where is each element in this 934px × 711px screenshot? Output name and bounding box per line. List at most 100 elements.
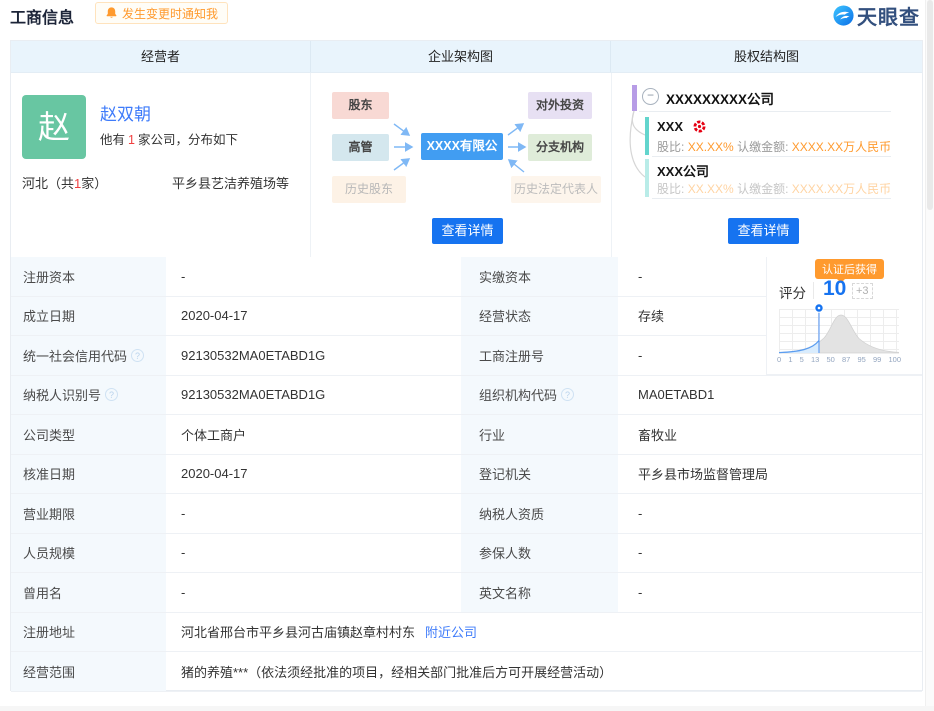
field-label: 参保人数 xyxy=(461,533,618,572)
table-row: 公司类型 个体工商户 行业 畜牧业 xyxy=(11,415,922,455)
field-label: 组织机构代码? xyxy=(461,375,618,414)
org-node-history-shareholders[interactable]: 历史股东 xyxy=(332,176,406,203)
collapse-minus-icon[interactable]: − xyxy=(642,88,659,105)
divider xyxy=(639,111,891,112)
field-label: 登记机关 xyxy=(461,454,618,493)
field-value: 个体工商户 xyxy=(181,427,247,443)
equity-child-stats: 股比: XX.XX% 认缴金额: XXXX.XX万人民币 xyxy=(657,182,892,196)
field-value: - xyxy=(638,584,643,600)
table-row: 注册地址 河北省邢台市平乡县河古庙镇赵章村村东 附近公司 xyxy=(11,612,922,652)
table-row: 营业期限 - 纳税人资质 - xyxy=(11,494,922,534)
operator-company-link[interactable]: 平乡县艺洁养殖场等 xyxy=(172,173,289,192)
axis-tick-label: 1 xyxy=(788,355,793,364)
equity-child-name[interactable]: XXX xyxy=(657,119,706,134)
logo-text: 天眼查 xyxy=(857,7,920,29)
score-axis: 0 1 5 13 50 87 95 99 100 xyxy=(777,355,901,364)
field-value: 畜牧业 xyxy=(638,427,678,443)
field-label: 工商注册号 xyxy=(461,336,618,375)
avatar: 赵 xyxy=(22,95,86,159)
field-label: 经营范围 xyxy=(11,652,166,691)
field-value: 92130532MA0ETABD1G xyxy=(181,387,326,403)
notify-on-change-button[interactable]: 发生变更时通知我 xyxy=(95,2,229,24)
field-label: 曾用名 xyxy=(11,573,166,612)
operator-description: 他有 1 家公司，分布如下 xyxy=(100,133,238,147)
field-label: 注册地址 xyxy=(11,612,166,651)
field-label: 行业 xyxy=(461,415,618,454)
bell-icon xyxy=(105,6,118,20)
field-value: - xyxy=(181,505,186,521)
help-icon[interactable]: ? xyxy=(131,348,145,362)
org-node-company[interactable]: XXXX有限公司 xyxy=(421,133,503,180)
bell-curve xyxy=(779,303,899,354)
field-label: 成立日期 xyxy=(11,296,166,335)
org-node-history-legal-rep[interactable]: 历史法定代表人 xyxy=(511,176,601,203)
equity-child-bar xyxy=(645,117,649,155)
equity-root-name[interactable]: XXXXXXXXX公司 xyxy=(666,88,774,108)
equity-child-stats: 股比: XX.XX% 认缴金额: XXXX.XX万人民币 xyxy=(657,140,892,154)
field-value: - xyxy=(638,505,643,521)
field-value: 平乡县市场监督管理局 xyxy=(638,467,769,483)
help-icon[interactable]: ? xyxy=(105,388,119,402)
field-label: 英文名称 xyxy=(461,573,618,612)
certified-badge: 认证后获得 xyxy=(815,259,884,283)
score-value: 10 xyxy=(823,277,847,300)
table-row: 核准日期 2020-04-17 登记机关 平乡县市场监督管理局 xyxy=(11,454,922,494)
org-node-executives[interactable]: 高管 xyxy=(332,134,389,161)
table-row: 曾用名 - 英文名称 - xyxy=(11,573,922,613)
tianyancha-logo[interactable]: 天眼查 xyxy=(832,1,920,30)
axis-tick-label: 95 xyxy=(857,355,866,364)
score-label: 评分 xyxy=(779,286,806,301)
equity-detail-button[interactable]: 查看详情 xyxy=(728,218,799,244)
field-value: 2020-04-17 xyxy=(181,466,248,482)
org-node-shareholders[interactable]: 股东 xyxy=(332,92,389,119)
red-emblem-icon xyxy=(693,120,706,133)
score-distribution-chart xyxy=(779,303,899,354)
field-value: 河北省邢台市平乡县河古庙镇赵章村村东 附近公司 xyxy=(166,613,922,652)
equity-child-name[interactable]: XXX公司 xyxy=(657,161,709,180)
field-value: - xyxy=(638,545,643,561)
scrollbar-thumb[interactable] xyxy=(927,0,933,210)
business-info-panel: 经营者 企业架构图 股权结构图 赵 赵双朝 他有 1 家公司，分布如下 河北（共1家… xyxy=(10,40,923,692)
header-equity-chart: 股权结构图 xyxy=(733,49,799,64)
notify-label: 发生变更时通知我 xyxy=(122,6,219,21)
org-detail-button[interactable]: 查看详情 xyxy=(432,218,503,244)
equity-section: − XXXXXXXXX公司 XXX 股比: XX.XX% 认缴金额: XXXX.… xyxy=(612,73,922,257)
vertical-scrollbar[interactable] xyxy=(925,0,934,711)
panel-header: 经营者 企业架构图 股权结构图 xyxy=(11,41,922,73)
operator-section: 赵 赵双朝 他有 1 家公司，分布如下 河北（共1家） 平乡县艺洁养殖场等 xyxy=(11,73,311,257)
org-node-investments[interactable]: 对外投资 xyxy=(528,92,592,119)
field-value: MA0ETABD1 xyxy=(638,387,715,403)
score-bonus: +3 xyxy=(852,283,873,299)
help-icon[interactable]: ? xyxy=(561,388,575,402)
axis-tick-label: 100 xyxy=(888,355,901,364)
field-label: 营业期限 xyxy=(11,494,166,533)
equity-root-bar xyxy=(632,85,637,111)
field-value: 猪的养殖***（依法须经批准的项目，经相关部门批准后方可开展经营活动） xyxy=(181,664,613,680)
field-label: 纳税人资质 xyxy=(461,494,618,533)
divider xyxy=(652,198,891,199)
company-count: 1 xyxy=(128,133,135,147)
field-value: - xyxy=(181,545,186,561)
page-title: 工商信息 xyxy=(10,10,75,27)
field-value: - xyxy=(181,268,186,284)
axis-tick-label: 50 xyxy=(826,355,835,364)
table-row: 人员规模 - 参保人数 - xyxy=(11,533,922,573)
table-row: 经营范围 猪的养殖***（依法须经批准的项目，经相关部门批准后方可开展经营活动） xyxy=(11,652,922,692)
divider xyxy=(813,282,814,299)
field-value: 92130532MA0ETABD1G xyxy=(181,347,326,363)
eye-logo-icon xyxy=(832,4,855,27)
field-value: 2020-04-17 xyxy=(181,308,248,324)
field-label: 实缴资本 xyxy=(461,257,618,296)
nearby-companies-link[interactable]: 附近公司 xyxy=(425,622,477,641)
operator-name-link[interactable]: 赵双朝 xyxy=(100,100,151,125)
field-label: 注册资本 xyxy=(11,257,166,296)
axis-tick-label: 13 xyxy=(810,355,820,364)
axis-tick-label: 5 xyxy=(799,355,804,364)
axis-tick-label: 0 xyxy=(777,355,782,364)
org-node-branches[interactable]: 分支机构 xyxy=(528,134,592,161)
horizontal-scrollbar-track[interactable] xyxy=(0,706,934,711)
field-label: 经营状态 xyxy=(461,296,618,335)
axis-tick-label: 87 xyxy=(841,355,851,364)
header-operator: 经营者 xyxy=(11,41,311,72)
field-label: 公司类型 xyxy=(11,415,166,454)
